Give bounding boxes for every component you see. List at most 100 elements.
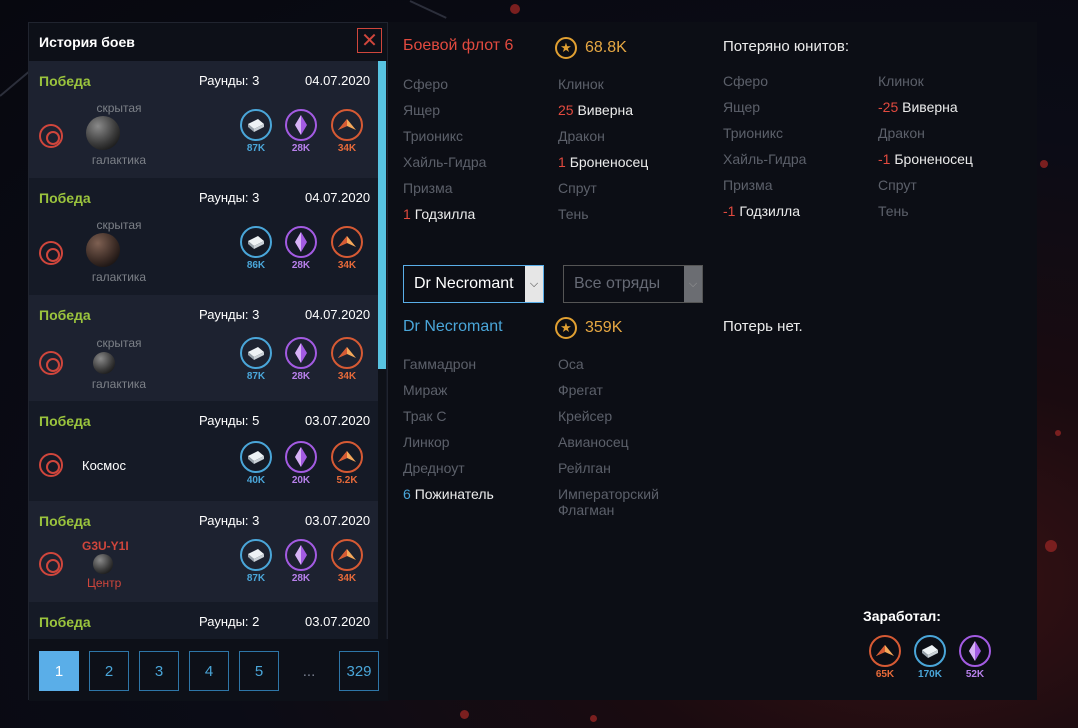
lost-unit: -1 Броненосец (878, 151, 973, 167)
lost-unit: Спрут (878, 177, 917, 193)
page-button-2[interactable]: 2 (89, 651, 129, 691)
battle-date: 04.07.2020 (305, 190, 371, 205)
metal-icon (248, 119, 264, 132)
enemy-fleet-name: Боевой флот 6 (403, 37, 514, 54)
player-unit: Авианосец (558, 434, 629, 450)
pagination: 1 2 3 4 5 ... 329 (29, 639, 389, 701)
deuterium-value: 34K (337, 573, 357, 584)
deuterium-resource: 5.2K (331, 441, 363, 486)
battle-rounds: Раунды: 3 (199, 307, 260, 322)
crystal-resource: 28K (285, 226, 317, 271)
deuterium-icon (338, 347, 356, 358)
location-label-top: скрытая (96, 218, 142, 232)
squad-select-value: Все отряды (574, 275, 661, 292)
battle-list-item[interactable]: Победа Раунды: 3 04.07.2020 скрытая гала… (29, 178, 378, 295)
metal-value: 87K (246, 371, 266, 382)
player-select[interactable]: Dr Necromant ⌵ (403, 265, 544, 303)
planet-icon (86, 233, 120, 267)
location-label-bottom: галактика (91, 270, 147, 284)
page-button-last[interactable]: 329 (339, 651, 379, 691)
location-label: Центр (87, 576, 122, 590)
deuterium-icon (338, 236, 356, 247)
lost-unit: -1 Годзилла (723, 203, 800, 219)
player-unit: Фрегат (558, 382, 603, 398)
page-button-5[interactable]: 5 (239, 651, 279, 691)
crystal-icon (295, 447, 307, 467)
enemy-unit: Спрут (558, 180, 597, 196)
metal-resource: 87K (240, 109, 272, 154)
battle-result: Победа (39, 190, 91, 206)
earned-metal-value: 170K (918, 669, 942, 680)
background-planet-dot (1040, 160, 1048, 168)
crystal-value: 28K (291, 143, 311, 154)
crystal-resource: 28K (285, 539, 317, 584)
chevron-down-icon: ⌵ (525, 266, 543, 302)
earned-crystal-value: 52K (965, 669, 985, 680)
battle-date: 04.07.2020 (305, 73, 371, 88)
crystal-resource: 28K (285, 109, 317, 154)
battle-detail-panel: Боевой флот 6 ★ 68.8K Сферо Ящер Трионик… (388, 22, 1037, 700)
metal-value: 87K (246, 573, 266, 584)
battle-list-item[interactable]: Победа Раунды: 5 03.07.2020 Космос 40K 2… (29, 401, 378, 501)
location-label: Космос (82, 458, 126, 473)
planet-icon (93, 554, 113, 574)
enemy-unit: 1 Броненосец (558, 154, 649, 170)
battle-result: Победа (39, 513, 91, 529)
star-icon: ★ (555, 317, 577, 339)
deuterium-value: 34K (337, 260, 357, 271)
planet-icon (93, 352, 115, 374)
target-icon[interactable] (39, 124, 63, 148)
crystal-resource: 20K (285, 441, 317, 486)
scrollbar-thumb[interactable] (378, 61, 386, 369)
enemy-unit: Хайль-Гидра (403, 154, 487, 170)
battle-date: 03.07.2020 (305, 513, 371, 528)
page-button-3[interactable]: 3 (139, 651, 179, 691)
background-planet-dot (590, 715, 597, 722)
player-unit: Трак С (403, 408, 447, 424)
location-label-top: скрытая (96, 336, 142, 350)
battle-list-item[interactable]: Победа Раунды: 2 03.07.2020 (29, 602, 378, 639)
panel-title: История боев (39, 34, 135, 50)
crystal-icon (295, 232, 307, 252)
battle-list-item[interactable]: Победа Раунды: 3 03.07.2020 G3U-Y1I Цент… (29, 501, 378, 602)
squad-select[interactable]: Все отряды ⌵ (563, 265, 703, 303)
battle-date: 03.07.2020 (305, 413, 371, 428)
player-unit: Крейсер (558, 408, 613, 424)
lost-unit: Дракон (878, 125, 925, 141)
battle-list-item[interactable]: Победа Раунды: 3 04.07.2020 скрытая гала… (29, 61, 378, 178)
player-unit: Дредноут (403, 460, 465, 476)
location-label-top: скрытая (96, 101, 142, 115)
star-icon: ★ (555, 37, 577, 59)
metal-icon (248, 451, 264, 464)
battle-list-item[interactable]: Победа Раунды: 3 04.07.2020 скрытая гала… (29, 295, 378, 401)
page-button-4[interactable]: 4 (189, 651, 229, 691)
page-button-1[interactable]: 1 (39, 651, 79, 691)
earned-label: Заработал: (863, 608, 941, 624)
battle-rounds: Раунды: 5 (199, 413, 260, 428)
battle-list[interactable]: Победа Раунды: 3 04.07.2020 скрытая гала… (29, 61, 389, 639)
deuterium-resource: 34K (331, 109, 363, 154)
deuterium-resource: 34K (331, 337, 363, 382)
target-icon[interactable] (39, 552, 63, 576)
target-icon[interactable] (39, 453, 63, 477)
deuterium-icon (338, 119, 356, 130)
close-button[interactable]: ✕ (357, 28, 382, 53)
background-streak (409, 0, 447, 19)
deuterium-icon (338, 549, 356, 560)
background-streak (0, 69, 32, 97)
player-unit: Линкор (403, 434, 450, 450)
planet-coordinates: G3U-Y1I (82, 539, 129, 553)
target-icon[interactable] (39, 351, 63, 375)
background-planet-dot (1045, 540, 1057, 552)
enemy-unit: Тень (558, 206, 589, 222)
metal-value: 86K (246, 260, 266, 271)
player-losses: Потерь нет. (723, 318, 803, 335)
crystal-resource: 52K (959, 635, 991, 680)
battle-result: Победа (39, 73, 91, 89)
battle-rounds: Раунды: 2 (199, 614, 260, 629)
crystal-value: 20K (291, 475, 311, 486)
target-icon[interactable] (39, 241, 63, 265)
metal-resource: 40K (240, 441, 272, 486)
close-icon: ✕ (361, 29, 378, 52)
lost-unit: Сферо (723, 73, 768, 89)
